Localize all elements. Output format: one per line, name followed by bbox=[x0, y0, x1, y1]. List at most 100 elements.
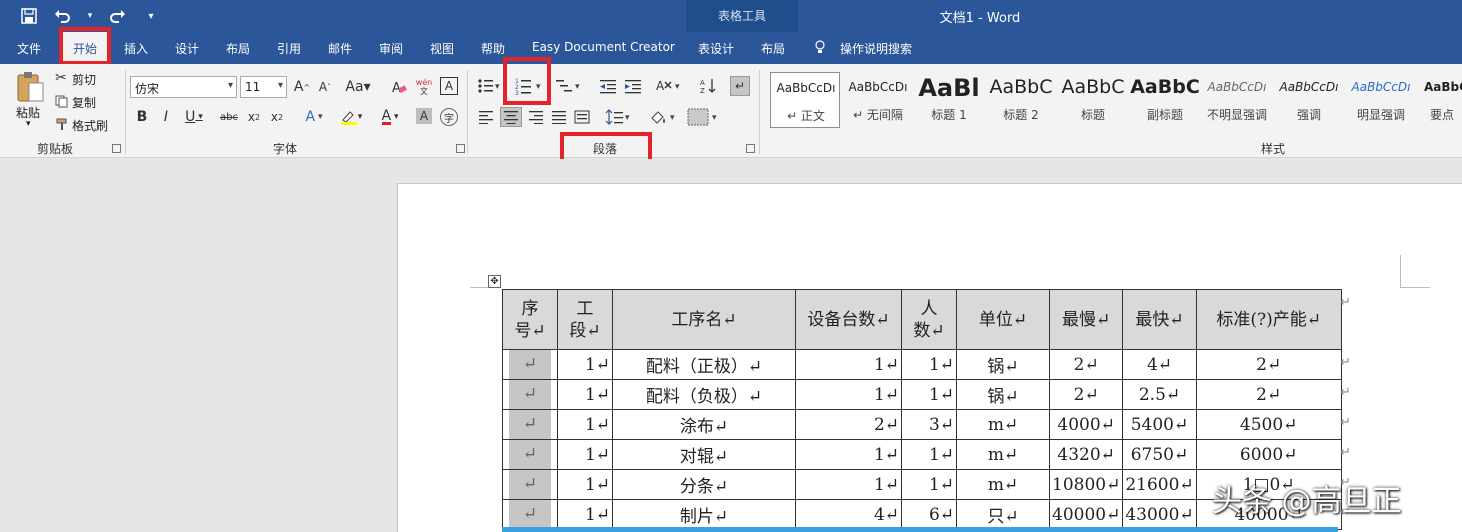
table-cell[interactable]: 3↵ bbox=[901, 409, 957, 440]
distributed-icon[interactable] bbox=[572, 108, 592, 126]
tab-easy-document-creator[interactable]: Easy Document Creator bbox=[532, 40, 675, 54]
table-cell[interactable]: 2.5↵ bbox=[1122, 379, 1197, 410]
header-cell-section[interactable]: 工段↵ bbox=[557, 289, 613, 350]
change-case-icon[interactable]: Aa▾ bbox=[344, 78, 372, 96]
table-cell[interactable]: 10800↵ bbox=[1048, 469, 1124, 500]
strikethrough-icon[interactable]: abc bbox=[220, 108, 238, 126]
redo-icon[interactable] bbox=[106, 6, 128, 26]
header-cell-unit[interactable]: 单位↵ bbox=[956, 289, 1050, 350]
table-cell[interactable]: 1↵ bbox=[795, 379, 902, 410]
table-cell[interactable]: 1↵ bbox=[557, 409, 613, 440]
header-cell-headcount[interactable]: 人数↵ bbox=[901, 289, 957, 350]
subscript-icon[interactable]: x2 bbox=[245, 108, 263, 126]
underline-icon[interactable]: U ▾ bbox=[182, 108, 206, 126]
format-painter-button[interactable]: 格式刷 bbox=[72, 117, 108, 134]
table-move-handle-icon[interactable]: ✥ bbox=[488, 275, 501, 288]
table-cell[interactable]: 只↵ bbox=[956, 499, 1050, 530]
font-size-dropdown[interactable]: 11 ▾ bbox=[240, 76, 287, 98]
table-cell[interactable]: ↵ bbox=[502, 349, 558, 380]
enclose-characters-icon[interactable]: 字 bbox=[440, 108, 458, 126]
style-heading-1[interactable]: AaBl 标题 1 bbox=[914, 72, 984, 128]
asian-layout-icon[interactable]: A ▾ bbox=[654, 76, 684, 96]
copy-button[interactable]: 复制 bbox=[72, 94, 96, 111]
font-color-icon[interactable]: A ▾ bbox=[376, 108, 404, 126]
table-cell[interactable]: 1↵ bbox=[901, 349, 957, 380]
style-emphasis[interactable]: AaBbCcDı 强调 bbox=[1274, 72, 1344, 128]
header-cell-process-name[interactable]: 工序名↵ bbox=[612, 289, 796, 350]
save-icon[interactable] bbox=[18, 6, 40, 26]
tab-review[interactable]: 审阅 bbox=[379, 40, 403, 57]
style-subtle-emphasis[interactable]: AaBbCcDı 不明显强调 bbox=[1202, 72, 1272, 128]
tab-view[interactable]: 视图 bbox=[430, 40, 454, 57]
align-center-icon[interactable] bbox=[500, 107, 522, 127]
table-cell[interactable]: 分条↵ bbox=[612, 469, 796, 500]
font-name-dropdown[interactable]: 仿宋 ▾ bbox=[130, 76, 237, 98]
table-cell[interactable]: 4000↵ bbox=[1048, 409, 1124, 440]
table-cell[interactable]: ↵ bbox=[502, 499, 558, 530]
header-cell-standard-capacity[interactable]: 标准(?)产能↵ bbox=[1195, 289, 1342, 350]
table-cell[interactable]: 43000↵ bbox=[1122, 499, 1197, 530]
character-border-icon[interactable]: A bbox=[440, 77, 458, 95]
tab-help[interactable]: 帮助 bbox=[481, 40, 505, 57]
shrink-font-icon[interactable]: Aˇ bbox=[316, 78, 334, 96]
paragraph-shading-icon[interactable]: ▾ bbox=[648, 108, 680, 126]
style-strong[interactable]: AaBbC 要点 bbox=[1418, 72, 1462, 128]
table-cell[interactable]: 2↵ bbox=[1195, 379, 1342, 410]
tab-design[interactable]: 设计 bbox=[175, 40, 199, 57]
table-cell[interactable]: 2↵ bbox=[1048, 349, 1124, 380]
table-cell[interactable]: m↵ bbox=[956, 439, 1050, 470]
tab-layout[interactable]: 布局 bbox=[226, 40, 250, 57]
tab-references[interactable]: 引用 bbox=[277, 40, 301, 57]
tab-insert[interactable]: 插入 bbox=[124, 40, 148, 57]
table-cell[interactable]: ↵ bbox=[502, 409, 558, 440]
table-cell[interactable]: m↵ bbox=[956, 409, 1050, 440]
table-cell[interactable]: 配料（正极）↵ bbox=[612, 349, 796, 380]
style-normal[interactable]: AaBbCcDı ↵ 正文 bbox=[770, 72, 840, 128]
table-cell[interactable]: 1↵ bbox=[901, 379, 957, 410]
sort-icon[interactable]: AZ bbox=[698, 76, 718, 96]
table-cell[interactable]: 1↵ bbox=[795, 439, 902, 470]
table-cell[interactable]: 6↵ bbox=[901, 499, 957, 530]
increase-indent-icon[interactable] bbox=[623, 76, 643, 96]
style-intense-emphasis[interactable]: AaBbCcDı 明显强调 bbox=[1346, 72, 1416, 128]
undo-icon[interactable] bbox=[52, 6, 74, 26]
superscript-icon[interactable]: x2 bbox=[268, 108, 286, 126]
table-cell[interactable]: 2↵ bbox=[795, 409, 902, 440]
table-cell[interactable]: 4320↵ bbox=[1048, 439, 1124, 470]
table-cell[interactable]: 1↵ bbox=[557, 439, 613, 470]
tab-table-layout[interactable]: 布局 bbox=[761, 40, 785, 57]
table-cell[interactable]: 4↵ bbox=[1122, 349, 1197, 380]
table-cell[interactable]: 21600↵ bbox=[1122, 469, 1197, 500]
multilevel-list-icon[interactable]: ▾ bbox=[554, 76, 584, 96]
decrease-indent-icon[interactable] bbox=[598, 76, 618, 96]
phonetic-guide-icon[interactable]: wén 文 bbox=[414, 76, 434, 98]
header-cell-fastest[interactable]: 最快↵ bbox=[1122, 289, 1197, 350]
table-cell[interactable]: 锅↵ bbox=[956, 349, 1050, 380]
customize-qat-icon[interactable]: ▾ bbox=[140, 6, 162, 26]
table-cell[interactable]: 4500↵ bbox=[1195, 409, 1342, 440]
grow-font-icon[interactable]: A ^ bbox=[293, 78, 311, 96]
table-cell[interactable]: ↵ bbox=[502, 379, 558, 410]
borders-icon[interactable]: ▾ bbox=[686, 107, 722, 127]
paste-icon[interactable] bbox=[14, 70, 46, 104]
align-left-icon[interactable] bbox=[476, 108, 496, 126]
clipboard-dialog-launcher[interactable] bbox=[112, 144, 121, 153]
table-cell[interactable]: ↵ bbox=[502, 439, 558, 470]
font-dialog-launcher[interactable] bbox=[456, 144, 465, 153]
table-cell[interactable]: m↵ bbox=[956, 469, 1050, 500]
tab-table-design[interactable]: 表设计 bbox=[698, 40, 734, 57]
italic-icon[interactable]: I bbox=[158, 108, 174, 126]
cut-button[interactable]: 剪切 bbox=[72, 71, 96, 88]
text-effects-icon[interactable]: A ▾ bbox=[300, 108, 328, 126]
table-cell[interactable]: 涂布↵ bbox=[612, 409, 796, 440]
table-cell[interactable]: 1↵ bbox=[557, 379, 613, 410]
show-formatting-marks-icon[interactable]: ↵ bbox=[730, 76, 750, 96]
table-cell[interactable]: 6750↵ bbox=[1122, 439, 1197, 470]
highlight-color-icon[interactable]: ▾ bbox=[336, 108, 366, 126]
table-cell[interactable]: 制片↵ bbox=[612, 499, 796, 530]
table-cell[interactable]: 对辊↵ bbox=[612, 439, 796, 470]
paste-options-chevron-icon[interactable]: ▾ bbox=[26, 119, 31, 129]
table-cell[interactable]: 1↵ bbox=[557, 469, 613, 500]
justify-icon[interactable] bbox=[549, 108, 569, 126]
chevron-down-icon[interactable]: ▾ bbox=[86, 6, 94, 26]
